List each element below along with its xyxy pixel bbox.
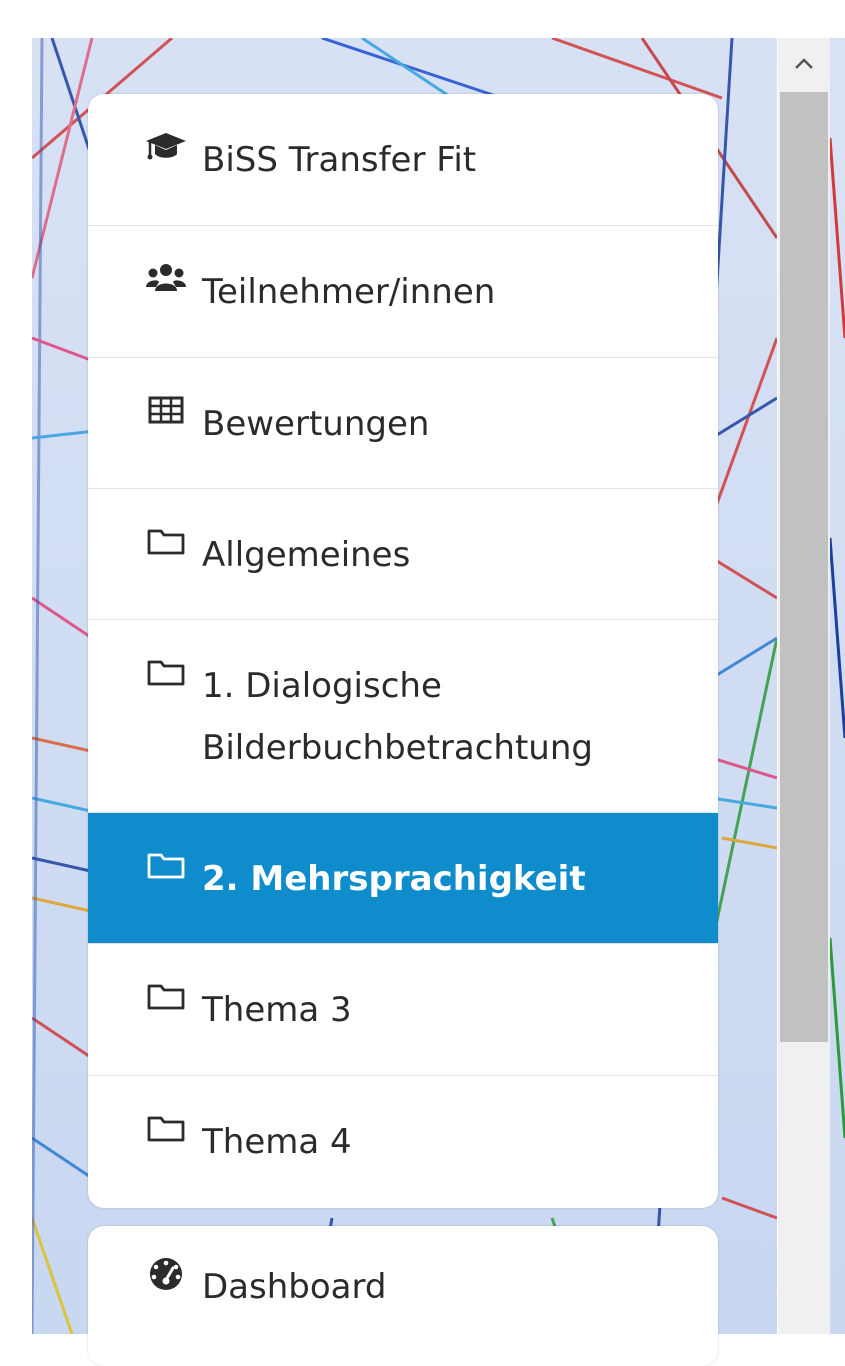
background-edge	[830, 38, 845, 1334]
nav-item-label-line-2: Bilderbuchbetrachtung	[202, 728, 593, 768]
folder-icon	[146, 524, 186, 558]
folder-icon	[146, 848, 186, 882]
nav-item-thema-3[interactable]: Thema 3	[88, 944, 718, 1076]
nav-item-label-line-1: 1. Dialogische	[202, 666, 442, 706]
nav-item-label: Allgemeines	[202, 535, 411, 575]
nav-item-thema-4[interactable]: Thema 4	[88, 1076, 718, 1208]
nav-item-label: BiSS Transfer Fit	[202, 140, 477, 180]
site-navigation: Dashboard	[88, 1226, 718, 1366]
nav-item-grades[interactable]: Bewertungen	[88, 358, 718, 489]
folder-icon	[146, 655, 186, 689]
nav-item-mehrsprachigkeit[interactable]: 2. Mehrsprachigkeit	[88, 813, 718, 944]
nav-item-label: Thema 4	[202, 1122, 352, 1162]
table-icon	[146, 393, 186, 427]
nav-item-label: Teilnehmer/innen	[202, 272, 496, 312]
folder-icon	[146, 1111, 186, 1145]
nav-item-dialogische-bilderbuchbetrachtung[interactable]: 1. Dialogische Bilderbuchbetrachtung	[88, 620, 718, 813]
nav-item-biss-transfer-fit[interactable]: BiSS Transfer Fit	[88, 94, 718, 226]
nav-item-label: 1. Dialogische Bilderbuchbetrachtung	[202, 655, 593, 779]
graduation-cap-icon	[146, 129, 186, 163]
nav-item-label: 2. Mehrsprachigkeit	[202, 859, 586, 899]
nav-item-general[interactable]: Allgemeines	[88, 489, 718, 620]
course-navigation: BiSS Transfer Fit Teilnehmer/innen Bewer…	[88, 94, 718, 1208]
thread-pattern-edge	[830, 137, 845, 1139]
vertical-scrollbar[interactable]	[778, 38, 830, 1334]
nav-item-dashboard[interactable]: Dashboard	[88, 1226, 718, 1358]
nav-item-participants[interactable]: Teilnehmer/innen	[88, 226, 718, 358]
nav-item-label: Thema 3	[202, 990, 352, 1030]
scrollbar-thumb[interactable]	[780, 92, 828, 1042]
nav-item-label: Dashboard	[202, 1267, 387, 1307]
users-icon	[146, 261, 186, 295]
folder-icon	[146, 979, 186, 1013]
nav-item-label: Bewertungen	[202, 404, 430, 444]
chevron-up-icon	[795, 58, 813, 69]
dashboard-icon	[146, 1256, 186, 1290]
scroll-up-button[interactable]	[778, 38, 830, 90]
